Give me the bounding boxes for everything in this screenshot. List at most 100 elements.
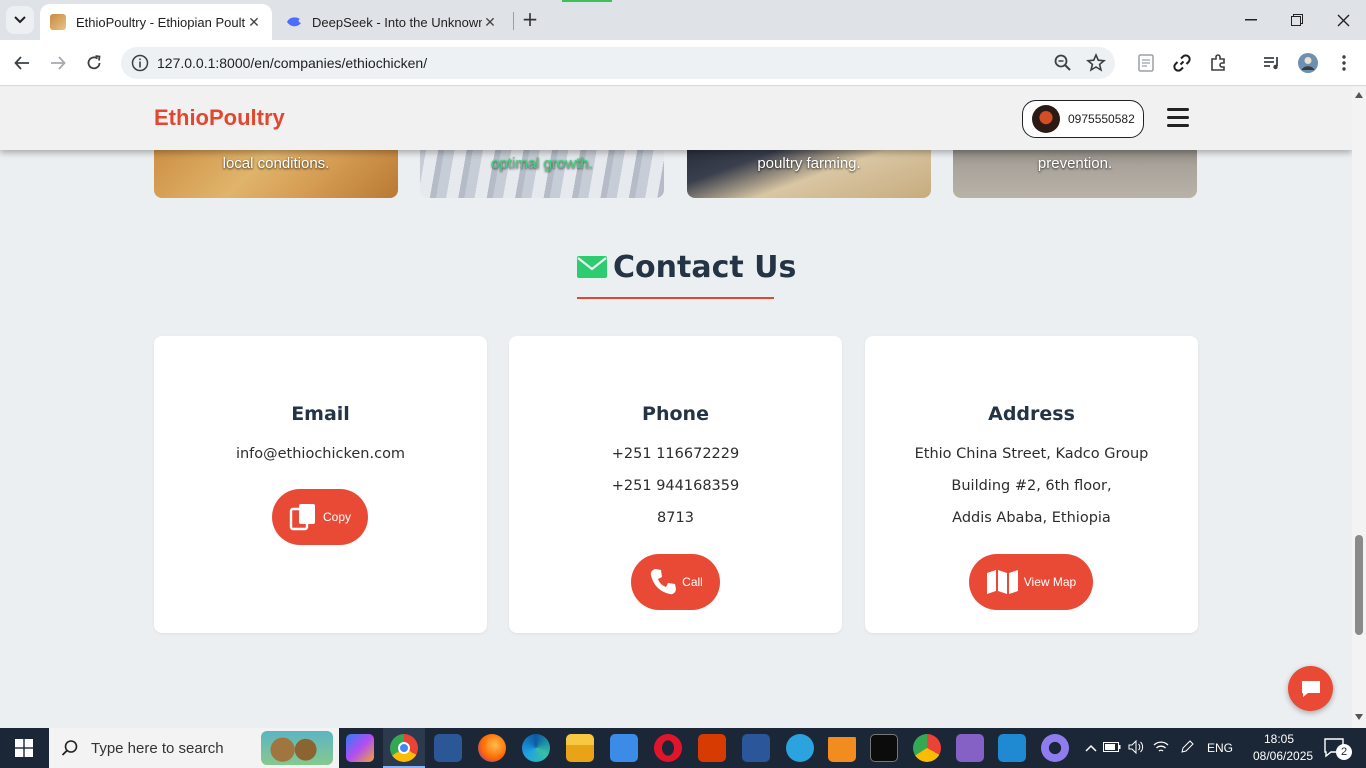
bookmark-star-icon[interactable]: [1086, 53, 1106, 73]
feature-caption: local conditions.: [222, 155, 330, 172]
address-card: Address Ethio China Street, Kadco Group …: [865, 336, 1198, 633]
terminal-icon[interactable]: [870, 734, 898, 762]
tab-deepseek[interactable]: DeepSeek - Into the Unknown ✕: [276, 4, 508, 40]
puzzle-icon: [1211, 54, 1225, 71]
close-window-button[interactable]: [1320, 0, 1366, 40]
site-logo[interactable]: EthioPoultry: [154, 105, 285, 131]
copilot-icon[interactable]: [346, 734, 374, 762]
link-icon: [1173, 54, 1191, 72]
site-header: EthioPoultry 0975550582: [0, 87, 1352, 150]
close-tab-icon[interactable]: ✕: [246, 14, 262, 31]
rooster-logo-icon: [1032, 105, 1060, 133]
new-tab-button[interactable]: +: [518, 8, 542, 32]
email-card-title: Email: [291, 403, 350, 425]
browser-tab-strip: EthioPoultry - Ethiopian Poultry ✕ DeepS…: [0, 0, 1366, 40]
paint-icon[interactable]: [610, 734, 638, 762]
document-icon: [1138, 54, 1154, 72]
scroll-down-arrow-icon[interactable]: [1355, 714, 1363, 720]
arrow-right-icon: [51, 56, 66, 70]
more-vertical-icon: [1342, 55, 1346, 71]
tab-ethiopoultry[interactable]: EthioPoultry - Ethiopian Poultry ✕: [40, 4, 272, 40]
header-phone-button[interactable]: 0975550582: [1022, 100, 1144, 138]
scrollbar-thumb[interactable]: [1355, 535, 1363, 635]
office-icon[interactable]: [698, 734, 726, 762]
feature-caption: optimal growth.: [491, 155, 593, 172]
chrome-icon: [390, 734, 418, 762]
address-bar[interactable]: 127.0.0.1:8000/en/companies/ethiochicken…: [121, 47, 1115, 79]
phone-icon: [650, 569, 677, 595]
close-icon: [1337, 14, 1349, 26]
vscode-icon[interactable]: [998, 734, 1026, 762]
battery-icon[interactable]: [1100, 741, 1124, 755]
tab-title: DeepSeek - Into the Unknown: [312, 14, 482, 30]
link-extension-button[interactable]: [1167, 48, 1197, 78]
call-button-label: Call: [682, 575, 703, 589]
hamburger-menu-icon[interactable]: [1167, 108, 1189, 128]
ethiopoultry-favicon: [50, 14, 66, 30]
notifications-button[interactable]: 2: [1318, 734, 1358, 762]
chevron-up-icon[interactable]: [1082, 741, 1100, 755]
profile-button[interactable]: [1293, 48, 1323, 78]
media-controls-button[interactable]: [1257, 48, 1287, 78]
app-icon[interactable]: [1041, 734, 1069, 762]
telegram-icon[interactable]: [786, 734, 814, 762]
address-line-3: Addis Ababa, Ethiopia: [952, 510, 1111, 526]
clock-time: 18:05: [1263, 732, 1295, 746]
url-text[interactable]: 127.0.0.1:8000/en/companies/ethiochicken…: [157, 55, 427, 71]
call-button[interactable]: Call: [631, 554, 720, 610]
feature-caption: poultry farming.: [757, 155, 861, 172]
back-button[interactable]: [7, 48, 37, 78]
view-map-button[interactable]: View Map: [969, 554, 1093, 610]
forward-button[interactable]: [43, 48, 73, 78]
restore-button[interactable]: [1274, 0, 1320, 40]
firefox-icon[interactable]: [478, 734, 506, 762]
chrome-taskbar-button[interactable]: [383, 728, 425, 768]
search-highlight-image: [261, 731, 333, 765]
start-button[interactable]: [0, 728, 48, 768]
page-scrollbar[interactable]: [1352, 87, 1366, 728]
word-icon[interactable]: [742, 734, 770, 762]
visual-studio-icon[interactable]: [956, 734, 984, 762]
chat-button[interactable]: [1288, 666, 1333, 711]
phone-card: Phone +251 116672229 +251 944168359 8713…: [509, 336, 842, 633]
extensions-button[interactable]: [1203, 48, 1233, 78]
pen-icon[interactable]: [1174, 739, 1200, 757]
reload-icon: [87, 55, 101, 70]
opera-icon[interactable]: [654, 734, 682, 762]
phone-number-1: +251 116672229: [611, 446, 740, 462]
copy-button-label: Copy: [322, 510, 351, 524]
search-icon: [61, 740, 78, 756]
zoom-icon[interactable]: [1053, 53, 1073, 73]
phone-card-title: Phone: [642, 403, 709, 425]
taskbar-clock[interactable]: 18:05 08/06/2025: [1253, 731, 1314, 765]
language-indicator[interactable]: ENG: [1200, 741, 1240, 755]
minimize-button[interactable]: [1228, 0, 1274, 40]
taskbar-search-box[interactable]: Type here to search: [49, 728, 339, 768]
file-explorer-icon[interactable]: [566, 734, 594, 762]
reload-button[interactable]: [79, 48, 109, 78]
playlist-icon: [1264, 57, 1278, 70]
tab-divider: [513, 12, 514, 30]
browser-toolbar: 127.0.0.1:8000/en/companies/ethiochicken…: [0, 40, 1366, 86]
page-viewport: local conditions. optimal growth. poultr…: [0, 87, 1352, 728]
browser-menu-button[interactable]: [1329, 48, 1359, 78]
title-underline: [577, 297, 774, 299]
address-line-1: Ethio China Street, Kadco Group: [914, 446, 1149, 462]
volume-icon[interactable]: [1124, 739, 1148, 757]
windows-logo-icon: [15, 739, 33, 757]
site-info-icon[interactable]: [131, 54, 149, 72]
chrome-profile-icon[interactable]: [913, 734, 941, 762]
taskbar-search-placeholder: Type here to search: [91, 739, 224, 757]
copy-icon: [289, 504, 315, 531]
view-map-button-label: View Map: [1023, 575, 1077, 589]
powershell-icon[interactable]: [434, 734, 462, 762]
close-tab-icon[interactable]: ✕: [482, 14, 498, 31]
edge-icon[interactable]: [522, 734, 550, 762]
vlc-icon[interactable]: [828, 734, 856, 762]
wifi-icon[interactable]: [1148, 740, 1174, 757]
clock-date: 08/06/2025: [1253, 749, 1314, 763]
scroll-up-arrow-icon[interactable]: [1355, 92, 1363, 98]
copy-email-button[interactable]: Copy: [272, 489, 368, 545]
tab-search-button[interactable]: [6, 6, 34, 34]
reading-mode-button[interactable]: [1131, 48, 1161, 78]
